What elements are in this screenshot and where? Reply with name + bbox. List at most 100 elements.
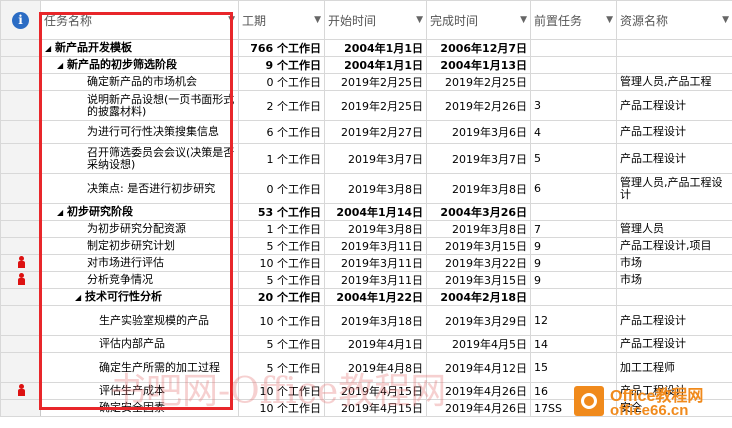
- duration-cell[interactable]: 10 个工作日: [238, 254, 325, 272]
- duration-cell[interactable]: 1 个工作日: [238, 143, 325, 174]
- indicator-cell[interactable]: [0, 173, 41, 204]
- finish-cell[interactable]: 2019年4月26日: [426, 399, 531, 417]
- predecessors-cell[interactable]: [530, 56, 617, 74]
- finish-cell[interactable]: 2006年12月7日: [426, 39, 531, 57]
- start-cell[interactable]: 2004年1月22日: [324, 288, 427, 306]
- predecessors-cell[interactable]: 9: [530, 237, 617, 255]
- resources-cell[interactable]: 产品工程设计: [616, 335, 732, 353]
- predecessors-cell[interactable]: 15: [530, 352, 617, 383]
- start-cell[interactable]: 2019年3月8日: [324, 220, 427, 238]
- table-row[interactable]: ◢ 新产品的初步筛选阶段 9 个工作日 2004年1月1日 2004年1月13日: [0, 56, 732, 74]
- dropdown-arrow-icon[interactable]: ▼: [314, 15, 321, 25]
- predecessors-cell[interactable]: 9: [530, 271, 617, 289]
- indicator-cell[interactable]: [0, 143, 41, 174]
- resources-cell[interactable]: 市场: [616, 254, 732, 272]
- column-header-duration[interactable]: 工期 ▼: [238, 0, 325, 40]
- resources-cell[interactable]: 产品工程设计: [616, 90, 732, 121]
- indicator-cell[interactable]: [0, 271, 41, 289]
- task-name-cell[interactable]: ◢ 技术可行性分析: [40, 288, 239, 306]
- table-row[interactable]: 确定新产品的市场机会 0 个工作日 2019年2月25日 2019年2月25日 管理人员…: [0, 73, 732, 91]
- duration-cell[interactable]: 53 个工作日: [238, 203, 325, 221]
- dropdown-arrow-icon[interactable]: ▼: [416, 15, 423, 25]
- column-header-start[interactable]: 开始时间 ▼: [324, 0, 427, 40]
- task-name-cell[interactable]: 生产实验室规模的产品: [40, 305, 239, 336]
- indicator-cell[interactable]: [0, 90, 41, 121]
- table-row[interactable]: 评估内部产品 5 个工作日 2019年4月1日 2019年4月5日 14 产品工程设计: [0, 335, 732, 353]
- predecessors-cell[interactable]: 4: [530, 120, 617, 144]
- table-row[interactable]: 为进行可行性决策搜集信息 6 个工作日 2019年2月27日 2019年3月6日 4 产品…: [0, 120, 732, 144]
- task-name-cell[interactable]: 评估生产成本: [40, 382, 239, 400]
- start-cell[interactable]: 2019年3月18日: [324, 305, 427, 336]
- start-cell[interactable]: 2019年3月7日: [324, 143, 427, 174]
- table-row[interactable]: 说明新产品设想(一页书面形式的披露材料) 2 个工作日 2019年2月25日 2019…: [0, 90, 732, 121]
- predecessors-cell[interactable]: 14: [530, 335, 617, 353]
- finish-cell[interactable]: 2019年4月26日: [426, 382, 531, 400]
- predecessors-cell[interactable]: 7: [530, 220, 617, 238]
- table-row[interactable]: ◢ 新产品开发模板 766 个工作日 2004年1月1日 2006年12月7日: [0, 39, 732, 57]
- predecessors-cell[interactable]: [530, 39, 617, 57]
- table-row[interactable]: ◢ 技术可行性分析 20 个工作日 2004年1月22日 2004年2月18日: [0, 288, 732, 306]
- dropdown-arrow-icon[interactable]: ▼: [606, 15, 613, 25]
- start-cell[interactable]: 2019年2月25日: [324, 90, 427, 121]
- predecessors-cell[interactable]: 6: [530, 173, 617, 204]
- finish-cell[interactable]: 2004年2月18日: [426, 288, 531, 306]
- start-cell[interactable]: 2019年2月27日: [324, 120, 427, 144]
- resources-cell[interactable]: 产品工程设计: [616, 143, 732, 174]
- finish-cell[interactable]: 2019年4月12日: [426, 352, 531, 383]
- indicator-cell[interactable]: [0, 335, 41, 353]
- predecessors-cell[interactable]: [530, 203, 617, 221]
- table-row[interactable]: 召开筛选委员会会议(决策是否采纳设想) 1 个工作日 2019年3月7日 2019年3…: [0, 143, 732, 174]
- finish-cell[interactable]: 2019年3月22日: [426, 254, 531, 272]
- finish-cell[interactable]: 2004年3月26日: [426, 203, 531, 221]
- finish-cell[interactable]: 2019年2月26日: [426, 90, 531, 121]
- resources-cell[interactable]: [616, 203, 732, 221]
- start-cell[interactable]: 2019年3月11日: [324, 254, 427, 272]
- predecessors-cell[interactable]: 9: [530, 254, 617, 272]
- resources-cell[interactable]: 市场: [616, 271, 732, 289]
- start-cell[interactable]: 2019年4月1日: [324, 335, 427, 353]
- start-cell[interactable]: 2019年2月25日: [324, 73, 427, 91]
- duration-cell[interactable]: 0 个工作日: [238, 73, 325, 91]
- duration-cell[interactable]: 20 个工作日: [238, 288, 325, 306]
- start-cell[interactable]: 2019年4月15日: [324, 382, 427, 400]
- task-name-cell[interactable]: 召开筛选委员会会议(决策是否采纳设想): [40, 143, 239, 174]
- finish-cell[interactable]: 2019年3月8日: [426, 173, 531, 204]
- finish-cell[interactable]: 2019年3月7日: [426, 143, 531, 174]
- predecessors-cell[interactable]: [530, 288, 617, 306]
- indicator-cell[interactable]: [0, 56, 41, 74]
- table-row[interactable]: 对市场进行评估 10 个工作日 2019年3月11日 2019年3月22日 9 市场: [0, 254, 732, 272]
- column-header-resources[interactable]: 资源名称 ▼: [616, 0, 732, 40]
- indicator-cell[interactable]: [0, 254, 41, 272]
- resources-cell[interactable]: [616, 288, 732, 306]
- duration-cell[interactable]: 9 个工作日: [238, 56, 325, 74]
- start-cell[interactable]: 2004年1月1日: [324, 39, 427, 57]
- table-row[interactable]: 确定安全因素 10 个工作日 2019年4月15日 2019年4月26日 17SS 安全: [0, 399, 732, 417]
- duration-cell[interactable]: 766 个工作日: [238, 39, 325, 57]
- resources-cell[interactable]: 产品工程设计: [616, 305, 732, 336]
- indicator-cell[interactable]: [0, 382, 41, 400]
- finish-cell[interactable]: 2019年3月8日: [426, 220, 531, 238]
- indicator-cell[interactable]: [0, 73, 41, 91]
- indicator-cell[interactable]: [0, 220, 41, 238]
- task-name-cell[interactable]: 为进行可行性决策搜集信息: [40, 120, 239, 144]
- start-cell[interactable]: 2019年4月15日: [324, 399, 427, 417]
- task-name-cell[interactable]: ◢ 新产品的初步筛选阶段: [40, 56, 239, 74]
- predecessors-cell[interactable]: 16: [530, 382, 617, 400]
- dropdown-arrow-icon[interactable]: ▼: [520, 15, 527, 25]
- resources-cell[interactable]: 产品工程设计: [616, 120, 732, 144]
- task-name-cell[interactable]: 为初步研究分配资源: [40, 220, 239, 238]
- table-row[interactable]: 评估生产成本 10 个工作日 2019年4月15日 2019年4月26日 16 产品工程设…: [0, 382, 732, 400]
- predecessors-cell[interactable]: 17SS: [530, 399, 617, 417]
- resources-cell[interactable]: 产品工程设计,项目: [616, 237, 732, 255]
- duration-cell[interactable]: 5 个工作日: [238, 335, 325, 353]
- table-row[interactable]: 决策点: 是否进行初步研究 0 个工作日 2019年3月8日 2019年3月8日 6 管理…: [0, 173, 732, 204]
- resources-cell[interactable]: 加工工程师: [616, 352, 732, 383]
- indicator-cell[interactable]: [0, 120, 41, 144]
- table-row[interactable]: 确定生产所需的加工过程 5 个工作日 2019年4月8日 2019年4月12日 15 加工…: [0, 352, 732, 383]
- start-cell[interactable]: 2004年1月14日: [324, 203, 427, 221]
- table-row[interactable]: 为初步研究分配资源 1 个工作日 2019年3月8日 2019年3月8日 7 管理人员: [0, 220, 732, 238]
- table-row[interactable]: ◢ 初步研究阶段 53 个工作日 2004年1月14日 2004年3月26日: [0, 203, 732, 221]
- predecessors-cell[interactable]: 5: [530, 143, 617, 174]
- finish-cell[interactable]: 2019年3月15日: [426, 237, 531, 255]
- task-name-cell[interactable]: 评估内部产品: [40, 335, 239, 353]
